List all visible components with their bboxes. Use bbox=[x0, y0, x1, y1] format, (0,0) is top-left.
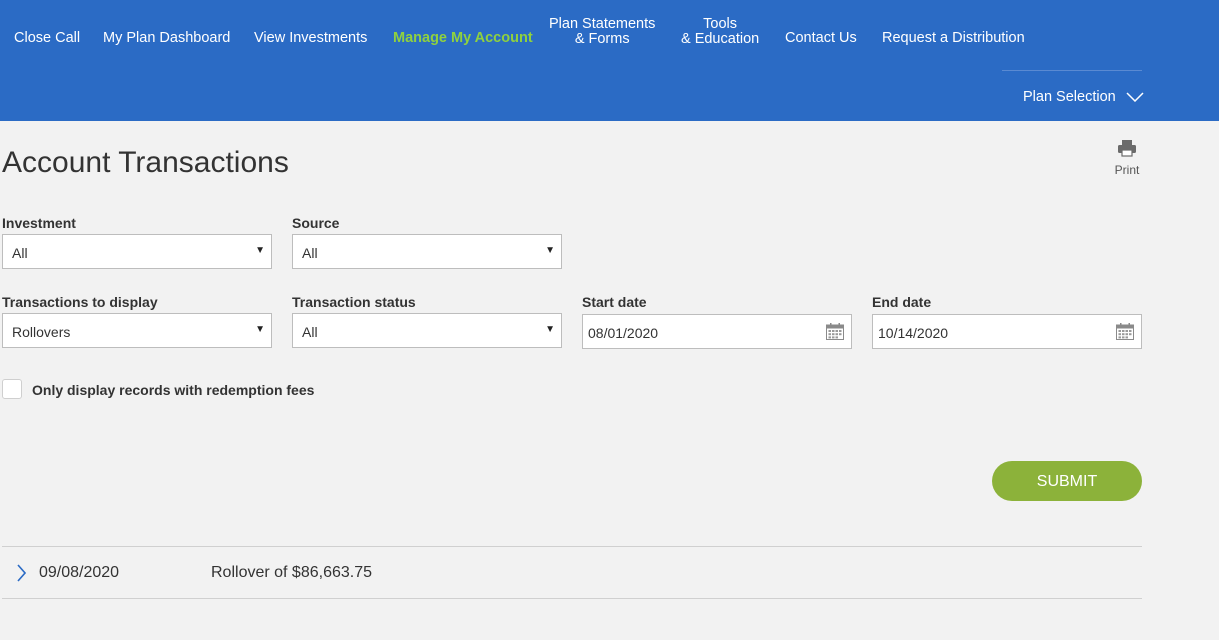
caret-down-icon: ▼ bbox=[255, 324, 265, 335]
results-divider-bottom bbox=[2, 598, 1142, 599]
transaction-status-select[interactable]: All ▼ bbox=[292, 313, 562, 348]
source-select[interactable]: All ▼ bbox=[292, 234, 562, 269]
print-button[interactable]: Print bbox=[1111, 139, 1143, 177]
transaction-row[interactable]: 09/08/2020 Rollover of $86,663.75 bbox=[2, 547, 1142, 598]
investment-label: Investment bbox=[2, 215, 76, 231]
nav-my-plan-dashboard[interactable]: My Plan Dashboard bbox=[103, 31, 230, 46]
printer-icon bbox=[1118, 140, 1136, 157]
nav-statements-line2: & Forms bbox=[574, 31, 630, 47]
transaction-date: 09/08/2020 bbox=[39, 564, 120, 581]
redemption-fees-checkbox[interactable] bbox=[2, 379, 22, 399]
transactions-to-display-select[interactable]: Rollovers ▼ bbox=[2, 313, 272, 348]
plan-selection-dropdown[interactable]: Plan Selection bbox=[1023, 89, 1144, 105]
source-label: Source bbox=[292, 215, 340, 231]
chevron-right-icon[interactable] bbox=[16, 564, 26, 582]
nav-tools-line1: Tools bbox=[703, 16, 738, 32]
caret-down-icon: ▼ bbox=[545, 324, 555, 335]
page-title: Account Transactions bbox=[2, 146, 289, 179]
nav-request-distribution[interactable]: Request a Distribution bbox=[882, 31, 1025, 46]
end-date-input[interactable]: 10/14/2020 bbox=[872, 314, 1142, 349]
nav-divider bbox=[1002, 70, 1142, 71]
print-label: Print bbox=[1114, 163, 1140, 177]
start-date-label: Start date bbox=[582, 294, 647, 310]
submit-button[interactable]: SUBMIT bbox=[992, 461, 1142, 501]
transactions-to-display-label: Transactions to display bbox=[2, 294, 158, 310]
nav-manage-my-account[interactable]: Manage My Account bbox=[393, 31, 533, 46]
nav-contact-us[interactable]: Contact Us bbox=[785, 31, 857, 46]
investment-select-value: All bbox=[12, 245, 28, 261]
source-select-value: All bbox=[302, 245, 318, 261]
chevron-down-icon bbox=[1126, 92, 1144, 102]
caret-down-icon: ▼ bbox=[545, 245, 555, 256]
transaction-status-label: Transaction status bbox=[292, 294, 416, 310]
investment-select[interactable]: All ▼ bbox=[2, 234, 272, 269]
transaction-description: Rollover of $86,663.75 bbox=[211, 564, 372, 581]
nav-statements-line1: Plan Statements bbox=[549, 16, 656, 32]
end-date-value: 10/14/2020 bbox=[878, 325, 949, 341]
calendar-icon[interactable] bbox=[1116, 323, 1134, 340]
transactions-select-value: Rollovers bbox=[12, 324, 71, 340]
start-date-input[interactable]: 08/01/2020 bbox=[582, 314, 852, 349]
nav-view-investments[interactable]: View Investments bbox=[254, 31, 367, 46]
nav-plan-statements-forms[interactable]: Plan Statements & Forms bbox=[549, 17, 655, 47]
nav-tools-education[interactable]: Tools & Education bbox=[681, 17, 759, 47]
plan-selection-label: Plan Selection bbox=[1023, 89, 1116, 105]
redemption-fees-label: Only display records with redemption fee… bbox=[32, 382, 315, 398]
calendar-icon[interactable] bbox=[826, 323, 844, 340]
start-date-value: 08/01/2020 bbox=[588, 325, 659, 341]
end-date-label: End date bbox=[872, 294, 932, 310]
top-navigation-bar: Close Call My Plan Dashboard View Invest… bbox=[0, 0, 1219, 121]
nav-tools-line2: & Education bbox=[681, 31, 760, 47]
status-select-value: All bbox=[302, 324, 318, 340]
nav-close-call[interactable]: Close Call bbox=[14, 31, 80, 46]
caret-down-icon: ▼ bbox=[255, 245, 265, 256]
